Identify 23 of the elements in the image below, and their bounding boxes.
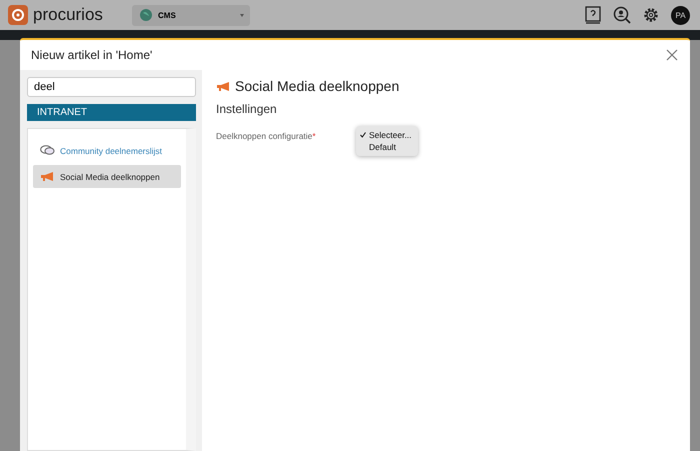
search-field[interactable]: deel <box>27 77 196 97</box>
site-select[interactable]: CMS <box>132 4 250 26</box>
megaphone-icon <box>216 80 231 92</box>
megaphone-icon <box>40 171 55 182</box>
field-label: Deelknoppen configuratie* <box>216 131 317 141</box>
logo-icon <box>8 5 28 25</box>
list-item[interactable]: Community deelnemerslijst <box>33 139 181 162</box>
dropdown-option[interactable]: Selecteer... <box>369 130 412 140</box>
brand-name: procurios <box>33 5 103 25</box>
section-title: Instellingen <box>216 102 278 116</box>
settings-icon[interactable] <box>643 7 659 23</box>
search-user-icon[interactable] <box>613 6 631 24</box>
category-header[interactable]: INTRANET <box>27 104 196 121</box>
content-heading: Social Media deelknoppen <box>235 78 400 94</box>
globe-icon <box>140 9 152 21</box>
user-avatar[interactable]: PA <box>671 6 690 24</box>
caret-icon <box>240 14 244 16</box>
help-icon[interactable] <box>585 6 601 24</box>
modal-title: Nieuw artikel in 'Home' <box>31 48 152 62</box>
dropdown-option[interactable]: Default <box>369 142 396 152</box>
chat-icon <box>40 145 55 156</box>
list-item[interactable]: Social Media deelknoppen <box>33 165 181 188</box>
close-icon[interactable] <box>666 49 678 61</box>
